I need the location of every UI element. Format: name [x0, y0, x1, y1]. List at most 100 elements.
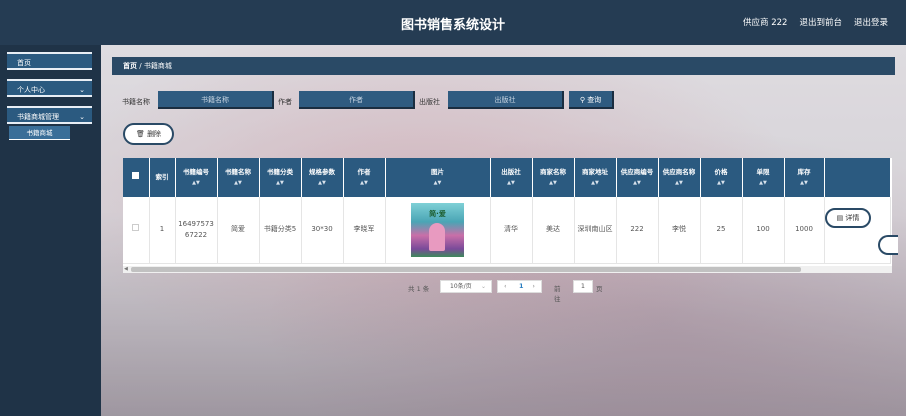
column-header[interactable]: 书籍编号 ▲▼: [175, 158, 218, 197]
page-size-select[interactable]: 10条/页 ⌄: [440, 280, 492, 293]
sort-icon[interactable]: ▲▼: [304, 178, 341, 189]
column-header[interactable]: 作者 ▲▼: [343, 158, 386, 197]
chevron-down-icon: ⌄: [79, 113, 85, 121]
author-label: 作者: [278, 98, 292, 106]
column-header[interactable]: 图片 ▲▼: [385, 158, 491, 197]
publisher-label: 出版社: [419, 98, 440, 106]
delete-button-label: 删除: [147, 130, 162, 138]
exit-to-frontend-link[interactable]: 退出到前台: [799, 16, 842, 28]
column-header[interactable]: 供应商编号 ▲▼: [616, 158, 659, 197]
book-cover-image[interactable]: 简·爱: [411, 202, 464, 257]
search-icon: ⚲: [579, 96, 585, 104]
sort-icon[interactable]: ▲▼: [346, 178, 383, 189]
detail-button[interactable]: ▤ 详情: [825, 208, 871, 228]
main-content: 首页 / 书籍商城 书籍名称 书籍名称 作者 作者 出版社 出版社 ⚲ 查询 🗑…: [101, 45, 906, 416]
sort-icon[interactable]: ▲▼: [262, 178, 299, 189]
trash-icon: 🗑: [135, 130, 145, 138]
sidebar-subitem-book-mall[interactable]: 书籍商城: [9, 126, 70, 140]
select-all-header[interactable]: [123, 158, 150, 197]
column-header[interactable]: 商家地址 ▲▼: [574, 158, 617, 197]
horizontal-scrollbar[interactable]: ◀: [123, 266, 892, 273]
column-header[interactable]: 供应商名称 ▲▼: [658, 158, 701, 197]
breadcrumb-current: 书籍商城: [143, 62, 172, 70]
page-size-value: 10条/页: [450, 283, 472, 290]
top-header: 图书销售系统设计 供应商 222 退出到前台 退出登录: [0, 0, 906, 45]
sort-icon[interactable]: ▲▼: [178, 178, 215, 189]
book-cover-title: 简·爱: [429, 209, 446, 218]
prev-page-icon[interactable]: ‹: [504, 281, 507, 292]
column-header[interactable]: 书籍名称 ▲▼: [217, 158, 260, 197]
column-label: 书籍编号: [183, 167, 209, 176]
column-label: 作者: [357, 167, 371, 176]
row-actions-cell: [824, 197, 891, 264]
breadcrumb: 首页 / 书籍商城: [112, 57, 895, 75]
search-button-label: 查询: [587, 96, 602, 104]
search-button[interactable]: ⚲ 查询: [569, 91, 614, 109]
delete-button[interactable]: 🗑 删除: [123, 123, 174, 145]
column-header[interactable]: 出版社 ▲▼: [490, 158, 533, 197]
sort-icon[interactable]: ▲▼: [220, 178, 257, 189]
column-label: 单限: [756, 167, 770, 176]
column-label: 索引: [155, 173, 169, 181]
chevron-down-icon: ⌄: [79, 86, 85, 94]
shop-address-cell: 深圳南山区: [574, 197, 617, 264]
breadcrumb-home[interactable]: 首页: [123, 62, 137, 70]
total-count: 共 1 条: [408, 285, 430, 293]
sidebar-item-home[interactable]: 首页: [7, 52, 92, 70]
column-label: 价格: [714, 167, 728, 176]
goto-label: 前往: [554, 285, 561, 303]
column-header[interactable]: 单限 ▲▼: [742, 158, 785, 197]
table-header-row: 索引 书籍编号 ▲▼ 书籍名称 ▲▼ 书籍分类 ▲▼ 规格参数 ▲▼ 作者 ▲▼ 图片 ▲▼…: [123, 158, 891, 197]
detail-button-label: 详情: [845, 214, 860, 222]
column-header[interactable]: 规格参数 ▲▼: [301, 158, 344, 197]
supplier-name-cell: 李悦: [658, 197, 701, 264]
sort-icon[interactable]: ▲▼: [661, 178, 698, 189]
column-label: 书籍名称: [225, 167, 251, 176]
scroll-left-icon[interactable]: ◀: [124, 266, 128, 272]
publisher-input[interactable]: 出版社: [448, 91, 564, 109]
logout-link[interactable]: 退出登录: [854, 16, 888, 28]
column-label: 库存: [797, 167, 811, 176]
book-cover-figure: [429, 222, 445, 251]
sidebar-item-label: 个人中心: [17, 86, 45, 94]
more-action-button[interactable]: [878, 235, 898, 255]
sidebar-item-personal-center[interactable]: 个人中心 ⌄: [7, 79, 92, 97]
goto-page-input[interactable]: 1: [573, 280, 593, 293]
stock-cell: 1000: [784, 197, 825, 264]
column-label: 商家地址: [582, 167, 608, 176]
shop-name-cell: 美达: [532, 197, 575, 264]
scrollbar-thumb[interactable]: [131, 267, 801, 272]
column-label: 商家名称: [540, 167, 566, 176]
sort-icon[interactable]: ▲▼: [787, 178, 822, 189]
column-header[interactable]: 商家名称 ▲▼: [532, 158, 575, 197]
actions-header: [824, 158, 891, 197]
sort-icon[interactable]: ▲▼: [577, 178, 614, 189]
book-no-cell: 1649757367222: [175, 197, 218, 264]
row-checkbox[interactable]: [132, 224, 140, 232]
column-label: 书籍分类: [267, 167, 293, 176]
sort-icon[interactable]: ▲▼: [745, 178, 782, 189]
category-cell: 书籍分类5: [259, 197, 302, 264]
book-name-input[interactable]: 书籍名称: [158, 91, 274, 109]
sort-icon[interactable]: ▲▼: [619, 178, 656, 189]
publisher-cell: 清华: [490, 197, 533, 264]
price-cell: 25: [700, 197, 743, 264]
select-all-checkbox[interactable]: [132, 172, 140, 179]
sidebar: 首页 个人中心 ⌄ 书籍商城管理 ⌄ 书籍商城: [0, 45, 101, 416]
column-header[interactable]: 书籍分类 ▲▼: [259, 158, 302, 197]
author-cell: 李晓军: [343, 197, 386, 264]
sidebar-item-book-mall-management[interactable]: 书籍商城管理 ⌄: [7, 106, 92, 124]
next-page-icon[interactable]: ›: [532, 281, 535, 292]
column-header[interactable]: 库存 ▲▼: [784, 158, 825, 197]
author-input[interactable]: 作者: [299, 91, 415, 109]
current-page[interactable]: 1: [519, 281, 524, 292]
row-select-cell[interactable]: [123, 197, 150, 264]
top-links: 供应商 222 退出到前台 退出登录: [743, 16, 888, 28]
book-name-label: 书籍名称: [122, 98, 150, 106]
sort-icon[interactable]: ▲▼: [388, 178, 488, 189]
column-header[interactable]: 价格 ▲▼: [700, 158, 743, 197]
column-label: 规格参数: [309, 167, 335, 176]
sort-icon[interactable]: ▲▼: [703, 178, 740, 189]
sort-icon[interactable]: ▲▼: [493, 178, 530, 189]
sort-icon[interactable]: ▲▼: [535, 178, 572, 189]
